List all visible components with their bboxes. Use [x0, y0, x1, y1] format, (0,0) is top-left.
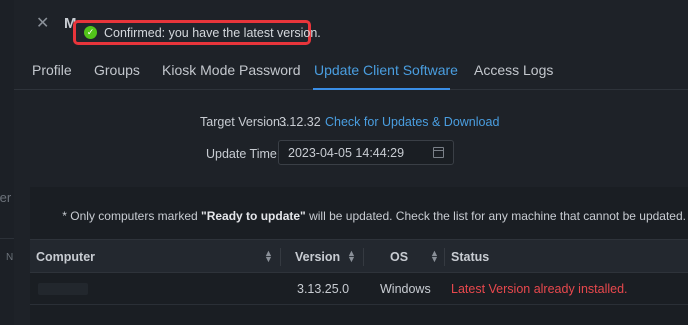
tab-bar: Profile Groups Kiosk Mode Password Updat… — [14, 50, 688, 90]
sort-version-icon[interactable]: ▲ ▼ — [347, 249, 356, 264]
sort-os-icon[interactable]: ▲ ▼ — [430, 249, 439, 264]
background-divider — [0, 238, 14, 239]
column-status: Status — [451, 250, 490, 264]
background-text: ter — [0, 190, 12, 205]
tab-access-logs[interactable]: Access Logs — [474, 62, 553, 78]
target-version-value: 3.12.32 — [279, 115, 321, 129]
row-version: 3.13.25.0 — [297, 282, 350, 296]
tab-profile[interactable]: Profile — [32, 62, 72, 78]
tab-groups[interactable]: Groups — [94, 62, 140, 78]
column-divider — [280, 248, 281, 266]
table-row[interactable]: 3.13.25.0 Windows Latest Version already… — [30, 273, 688, 305]
column-os: OS — [390, 250, 409, 264]
column-divider — [363, 248, 364, 266]
row-os: Windows — [380, 282, 431, 296]
note-prefix: * Only computers marked — [62, 209, 202, 223]
computer-name-redacted — [38, 283, 88, 295]
background-row-text: N — [6, 252, 14, 263]
update-time-picker[interactable]: 2023-04-05 14:44:29 — [278, 140, 454, 165]
update-time-value: 2023-04-05 14:44:29 — [288, 145, 405, 160]
column-divider — [444, 248, 445, 266]
toast-message: Confirmed: you have the latest version. — [104, 25, 321, 40]
update-note: * Only computers marked "Ready to update… — [30, 209, 686, 223]
row-status: Latest Version already installed. — [451, 282, 628, 296]
tab-update-client-software[interactable]: Update Client Software — [314, 62, 458, 78]
tab-kiosk-mode-password[interactable]: Kiosk Mode Password — [162, 62, 301, 78]
close-icon[interactable]: ✕ — [36, 13, 49, 33]
sort-computer-icon[interactable]: ▲ ▼ — [264, 249, 273, 264]
table-header: Computer ▲ ▼ Version ▲ ▼ OS ▲ ▼ Status — [30, 239, 688, 273]
update-list-section: * Only computers marked "Ready to update… — [30, 187, 688, 325]
update-time-label: Update Time : — [206, 147, 284, 161]
note-highlight: "Ready to update" — [201, 209, 306, 223]
column-version: Version — [295, 250, 341, 264]
user-settings-dialog: ✕ M Profile Groups Kiosk Mode Password U… — [14, 0, 688, 325]
active-tab-indicator — [313, 88, 450, 90]
check-circle-icon: ✓ — [84, 26, 97, 39]
calendar-icon[interactable] — [433, 147, 444, 158]
column-computer: Computer — [36, 250, 96, 264]
note-suffix: will be updated. Check the list for any … — [305, 209, 686, 223]
background-page: ter N — [0, 0, 14, 325]
check-updates-download-link[interactable]: Check for Updates & Download — [325, 115, 499, 129]
confirmation-toast: ✓ Confirmed: you have the latest version… — [73, 20, 321, 45]
target-version-label: Target Version : — [200, 115, 287, 129]
